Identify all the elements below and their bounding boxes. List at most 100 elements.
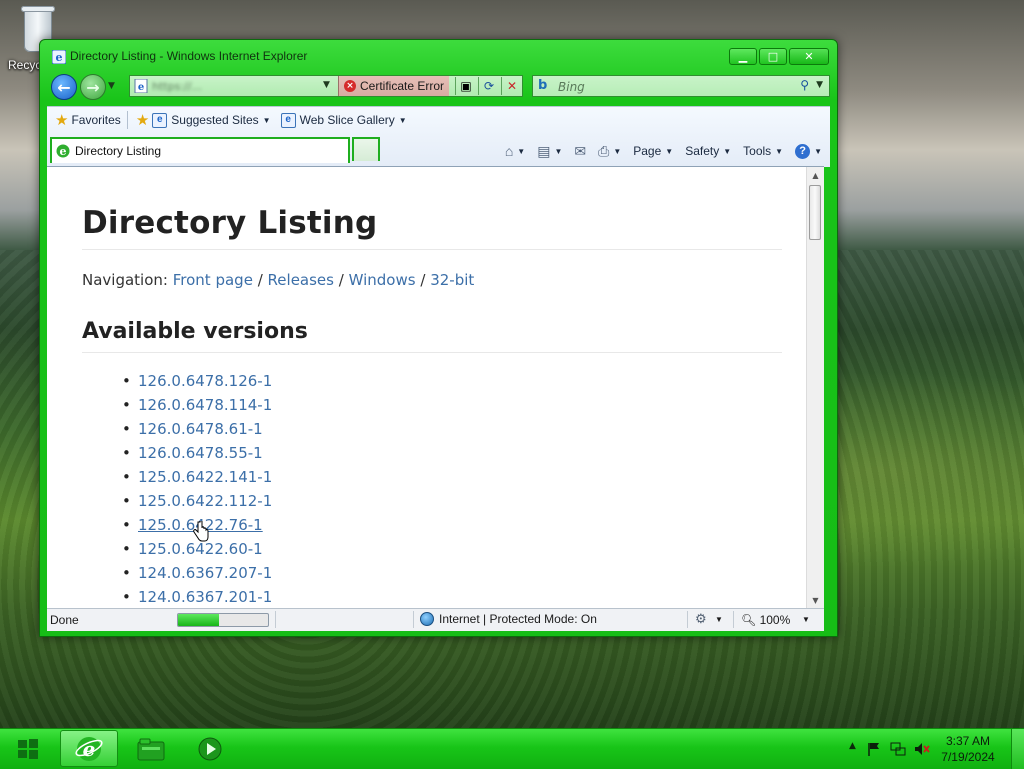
safety-menu[interactable]: Safety ▼	[685, 144, 731, 158]
page-content: Directory Listing Navigation: Front page…	[47, 166, 824, 608]
separator	[733, 611, 734, 628]
search-box[interactable]: b Bing ⚲ ▼	[532, 75, 830, 97]
add-favorites-icon[interactable]: ★	[136, 111, 149, 129]
taskbar-internet-explorer[interactable]: e	[60, 730, 118, 767]
show-hidden-icons-icon[interactable]: ▲	[849, 741, 856, 751]
zoom-dropdown-icon[interactable]: ▼	[802, 615, 810, 624]
address-url[interactable]: https://...	[152, 80, 312, 92]
compatibility-view-icon[interactable]: ▣	[455, 77, 476, 95]
start-button[interactable]	[2, 730, 54, 768]
version-link[interactable]: 126.0.6478.61-1	[138, 420, 263, 438]
version-list: 126.0.6478.126-1 126.0.6478.114-1 126.0.…	[122, 372, 272, 608]
taskbar-file-explorer[interactable]	[122, 730, 180, 767]
vertical-scrollbar[interactable]: ▲ ▼	[806, 167, 824, 608]
favorites-star-icon: ★	[55, 112, 69, 129]
ie-app-icon: e	[52, 50, 66, 64]
version-link[interactable]: 126.0.6478.126-1	[138, 372, 272, 390]
show-desktop-button[interactable]	[1011, 729, 1024, 769]
windows-logo-icon	[18, 739, 38, 759]
scroll-down-icon[interactable]: ▼	[807, 592, 824, 608]
zoom-icon: 🔍︎	[741, 613, 757, 627]
search-options-dropdown-icon[interactable]: ▼	[816, 80, 823, 90]
recent-pages-dropdown-icon[interactable]: ▼	[108, 81, 115, 91]
tab-title: Directory Listing	[75, 144, 162, 158]
breadcrumb-separator: /	[257, 271, 263, 289]
separator	[275, 611, 276, 628]
rss-feed-icon: ▤	[537, 142, 551, 159]
new-tab-button[interactable]	[352, 137, 380, 161]
globe-icon	[420, 612, 434, 626]
action-center-flag-icon[interactable]	[866, 741, 882, 757]
stop-icon[interactable]: ✕	[501, 77, 522, 95]
feeds-button[interactable]: ▤ ▼	[537, 143, 562, 160]
breadcrumb-releases[interactable]: Releases	[268, 271, 334, 289]
minimize-button[interactable]: ▁	[729, 48, 757, 65]
back-arrow-icon: ←	[57, 77, 71, 97]
print-button[interactable]: ⎙ ▼	[598, 143, 621, 160]
browser-window: e Directory Listing - Windows Internet E…	[39, 39, 838, 637]
forward-button[interactable]: →	[80, 74, 106, 100]
favorites-item-web-slice-gallery[interactable]: e Web Slice Gallery ▼	[280, 112, 407, 128]
svg-text:e: e	[56, 51, 63, 64]
back-button[interactable]: ←	[51, 74, 77, 100]
version-link[interactable]: 125.0.6422.112-1	[138, 492, 272, 510]
chevron-down-icon: ▼	[613, 146, 622, 156]
certificate-error-button[interactable]: × Certificate Error	[338, 76, 449, 96]
taskbar: e ▲ 3:37 AM 7/19/2024	[0, 728, 1024, 769]
status-text: Done	[50, 613, 79, 627]
taskbar-media-player[interactable]	[181, 730, 239, 767]
chevron-down-icon[interactable]: ▼	[715, 615, 723, 624]
breadcrumb-front-page[interactable]: Front page	[173, 271, 253, 289]
help-menu[interactable]: ? ▼	[795, 143, 822, 159]
breadcrumb-separator: /	[420, 271, 426, 289]
chevron-down-icon: ▼	[775, 146, 784, 156]
refresh-icon[interactable]: ⟳	[478, 77, 499, 95]
title-bar[interactable]: e Directory Listing - Windows Internet E…	[48, 48, 727, 66]
security-zone[interactable]: Internet | Protected Mode: On	[420, 612, 597, 626]
address-dropdown-icon[interactable]: ▼	[323, 80, 330, 90]
chevron-down-icon: ▼	[814, 146, 822, 156]
breadcrumb-32-bit[interactable]: 32-bit	[430, 271, 474, 289]
address-bar[interactable]: e https://... ▼ × Certificate Error ▣ ⟳ …	[129, 75, 523, 97]
zoom-level[interactable]: 🔍︎ 100%	[741, 613, 790, 627]
shield-error-icon: ×	[344, 80, 356, 92]
version-link[interactable]: 124.0.6367.207-1	[138, 564, 272, 582]
forward-arrow-icon: →	[86, 77, 100, 97]
tools-menu[interactable]: Tools ▼	[743, 144, 783, 158]
section-heading: Available versions	[82, 319, 308, 344]
page-menu[interactable]: Page ▼	[633, 144, 673, 158]
network-icon[interactable]	[890, 741, 906, 757]
read-mail-button[interactable]: ✉	[574, 143, 586, 160]
version-link[interactable]: 125.0.6422.141-1	[138, 468, 272, 486]
list-item: 124.0.6367.201-1	[122, 588, 272, 608]
chevron-down-icon: ▼	[723, 146, 732, 156]
favorites-item-suggested-sites[interactable]: e Suggested Sites ▼	[152, 112, 271, 128]
scrollbar-thumb[interactable]	[809, 185, 821, 240]
favorites-button[interactable]: Favorites	[71, 113, 120, 127]
media-player-icon	[198, 737, 222, 760]
clock-time: 3:37 AM	[945, 734, 991, 748]
version-link[interactable]: 126.0.6478.55-1	[138, 444, 263, 462]
search-icon[interactable]: ⚲	[800, 78, 809, 92]
list-item: 126.0.6478.114-1	[122, 396, 272, 420]
page-load-progress	[177, 613, 269, 627]
home-button[interactable]: ⌂ ▼	[505, 143, 525, 159]
divider	[82, 249, 782, 250]
chevron-down-icon: ▼	[517, 146, 526, 156]
popup-blocker-icon[interactable]: ⚙	[695, 611, 707, 627]
chevron-down-icon: ▼	[398, 115, 407, 125]
favorites-item-label: Suggested Sites	[171, 113, 259, 127]
breadcrumb: Navigation: Front page / Releases / Wind…	[82, 271, 474, 289]
tab-directory-listing[interactable]: e Directory Listing	[50, 137, 350, 163]
close-button[interactable]: ✕	[789, 48, 829, 65]
chevron-down-icon: ▼	[262, 115, 271, 125]
breadcrumb-windows[interactable]: Windows	[349, 271, 416, 289]
ie-page-icon: e	[152, 112, 168, 128]
divider	[82, 352, 782, 353]
clock[interactable]: 3:37 AM 7/19/2024	[928, 733, 1008, 765]
version-link[interactable]: 126.0.6478.114-1	[138, 396, 272, 414]
scroll-up-icon[interactable]: ▲	[807, 167, 824, 183]
maximize-button[interactable]: □	[759, 48, 787, 65]
favorites-bar: ★ Favorites ★ e Suggested Sites ▼ e Web …	[47, 107, 830, 133]
version-link[interactable]: 124.0.6367.201-1	[138, 588, 272, 606]
